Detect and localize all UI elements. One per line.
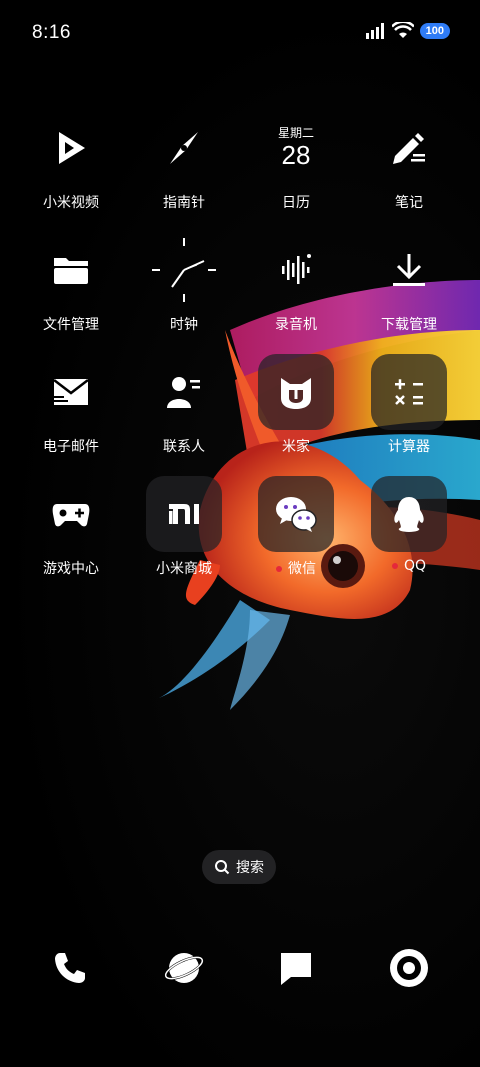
app-label: QQ [403,558,427,574]
app-file-manager[interactable]: 文件管理 [15,232,127,334]
status-bar: 8:16 100 [0,0,480,68]
search-button[interactable]: 搜索 [202,850,276,884]
app-label: 计算器 [388,439,430,455]
browser-icon [164,953,204,983]
app-contacts[interactable]: 联系人 [128,354,240,456]
dock-camera[interactable] [381,940,437,996]
notes-icon [393,133,425,164]
app-notes[interactable]: 笔记 [353,110,465,212]
status-time: 8:16 [32,22,71,43]
app-email[interactable]: 电子邮件 [15,354,127,456]
app-mijia[interactable]: 米家 [240,354,352,456]
download-icon [393,254,425,286]
app-clock[interactable]: 时钟 [128,232,240,334]
app-label: 小米视频 [43,195,99,211]
compass-icon [170,132,198,164]
camera-icon [390,949,428,987]
phone-icon [55,953,85,983]
contacts-icon [167,377,200,408]
app-label: 时钟 [170,317,198,333]
dock-messages[interactable] [268,940,324,996]
mijia-icon [281,378,311,409]
app-label: 微信 [288,561,316,577]
app-downloads[interactable]: 下载管理 [353,232,465,334]
app-mi-video[interactable]: 小米视频 [15,110,127,212]
status-icons: 100 [365,22,450,40]
calendar-icon: 星期二 28 [258,110,334,186]
app-label: 电子邮件 [43,439,99,455]
home-screen: 8:16 100 小米视频 指南针 星期二 28 日历 笔记 文件管理 时钟 录… [0,0,480,1067]
app-recorder[interactable]: 录音机 [240,232,352,334]
app-label: 联系人 [163,439,205,455]
search-icon [215,860,230,875]
wifi-icon [391,22,414,38]
app-label: 笔记 [395,195,423,211]
clock-icon [152,238,216,302]
app-label: 游戏中心 [43,561,99,577]
app-label: 米家 [282,439,310,455]
app-calculator[interactable]: 计算器 [353,354,465,456]
messages-icon [281,953,311,985]
battery-icon: 100 [419,23,450,39]
calendar-day: 28 [281,140,311,170]
folder-icon [54,258,88,284]
recorder-icon [282,254,311,284]
app-label: 录音机 [275,317,317,333]
qq-icon [394,497,424,532]
signal-icon [365,23,384,39]
new-badge-dot [276,566,282,572]
app-label: 小米商城 [156,561,212,577]
app-calendar[interactable]: 星期二 28 日历 [240,110,352,212]
search-label: 搜索 [236,860,264,876]
app-compass[interactable]: 指南针 [128,110,240,212]
app-wechat[interactable]: 微信 [240,476,352,578]
new-badge-dot [391,563,398,569]
app-label: 文件管理 [43,317,99,333]
app-game-center[interactable]: 游戏中心 [15,476,127,578]
app-mi-store[interactable]: 小米商城 [128,476,240,578]
play-icon [59,132,85,164]
app-label: 日历 [282,195,310,211]
dock-phone[interactable] [42,940,98,996]
mi-store-icon [169,504,199,524]
app-qq[interactable]: QQ [353,476,465,574]
wechat-icon [276,497,317,532]
calculator-icon [395,379,423,405]
app-label: 指南针 [163,195,205,211]
calendar-weekday: 星期二 [277,126,314,140]
gamepad-icon [52,504,90,527]
dock-browser[interactable] [156,940,212,996]
app-label: 下载管理 [381,317,437,333]
mail-icon [53,379,89,405]
